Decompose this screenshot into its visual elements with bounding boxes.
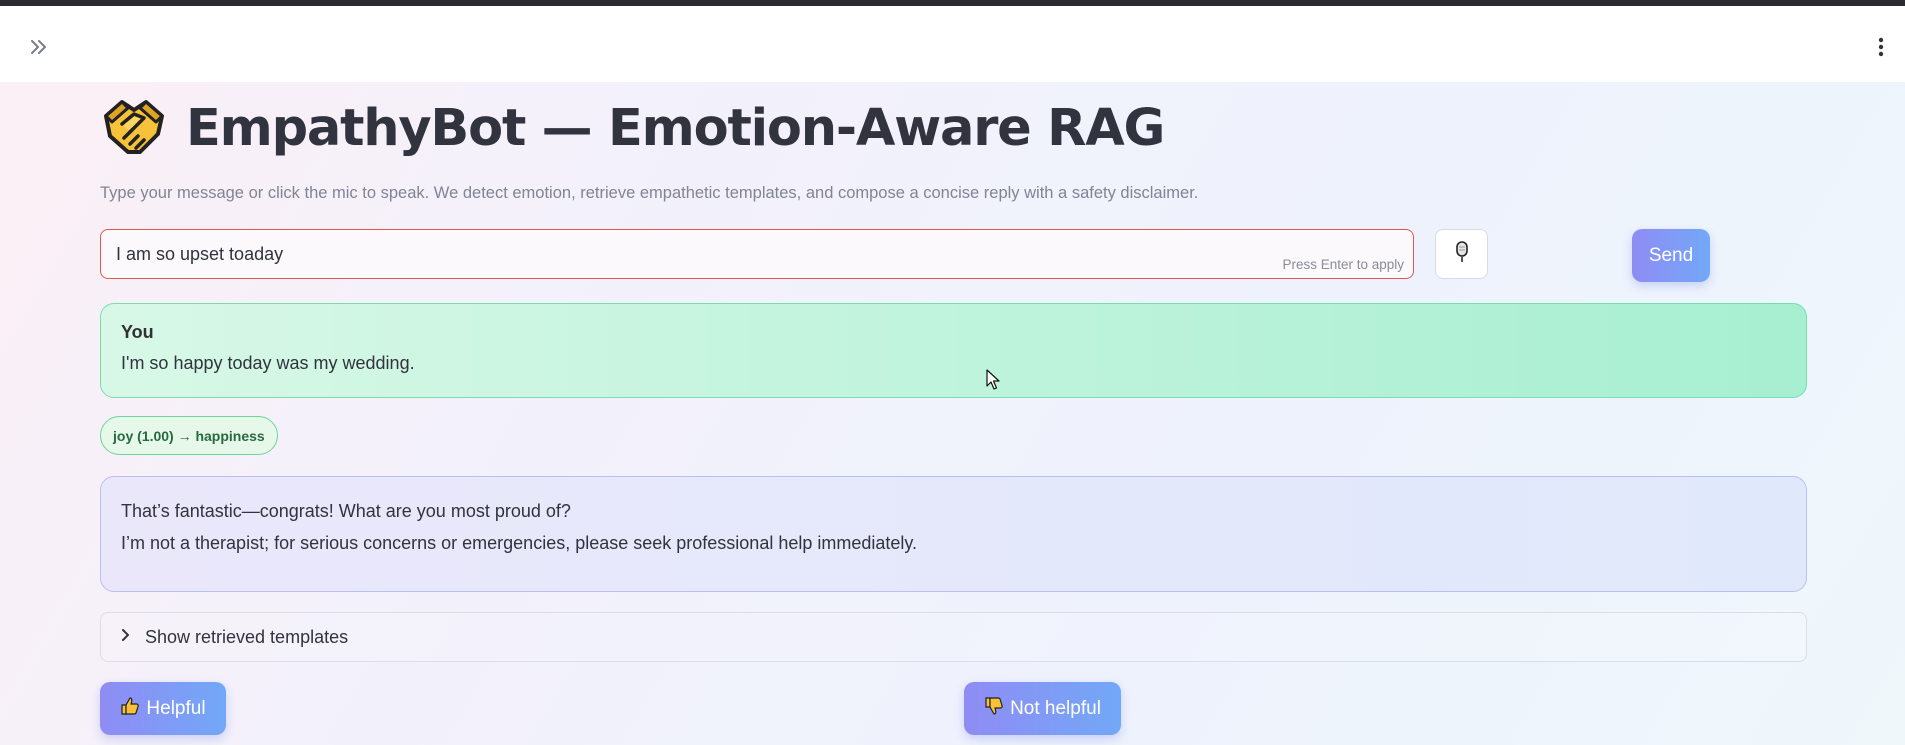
thumbs-down-icon [984, 696, 1004, 722]
templates-expander[interactable]: Show retrieved templates [100, 612, 1807, 662]
double-chevron-right-icon[interactable] [26, 34, 52, 60]
message-input[interactable] [116, 240, 1216, 268]
vertical-ellipsis-icon[interactable] [1871, 34, 1891, 60]
thumbs-up-icon [120, 696, 140, 722]
mic-button[interactable] [1435, 229, 1488, 279]
templates-expander-label: Show retrieved templates [145, 626, 349, 647]
user-label: You [121, 322, 154, 342]
page-subtitle: Type your message or click the mic to sp… [100, 184, 1199, 202]
user-message-card: You I'm so happy today was my wedding. [100, 303, 1807, 398]
app-header [0, 6, 1905, 82]
mouse-cursor-icon [986, 369, 1000, 391]
chevron-right-icon [121, 628, 131, 647]
microphone-icon [1452, 240, 1472, 269]
bot-disclaimer-line: I’m not a therapist; for serious concern… [121, 533, 918, 553]
not-helpful-button[interactable]: Not helpful [964, 682, 1121, 735]
handshake-emoji-icon [100, 94, 168, 162]
send-button[interactable]: Send [1632, 229, 1710, 282]
helpful-label: Helpful [146, 697, 206, 719]
input-hint: Press Enter to apply [1282, 257, 1404, 272]
bot-reply-card: That’s fantastic—congrats! What are you … [100, 476, 1807, 592]
page-title: EmpathyBot — Emotion-Aware RAG [186, 98, 1165, 158]
user-message-text: I'm so happy today was my wedding. [121, 353, 415, 373]
message-input-container: Press Enter to apply [100, 229, 1414, 279]
page-title-row: EmpathyBot — Emotion-Aware RAG [100, 92, 1165, 164]
helpful-button[interactable]: Helpful [100, 682, 226, 735]
bot-reply-line: That’s fantastic—congrats! What are you … [121, 501, 571, 521]
not-helpful-label: Not helpful [1010, 697, 1101, 719]
emotion-badge: joy (1.00) → happiness [100, 416, 278, 455]
